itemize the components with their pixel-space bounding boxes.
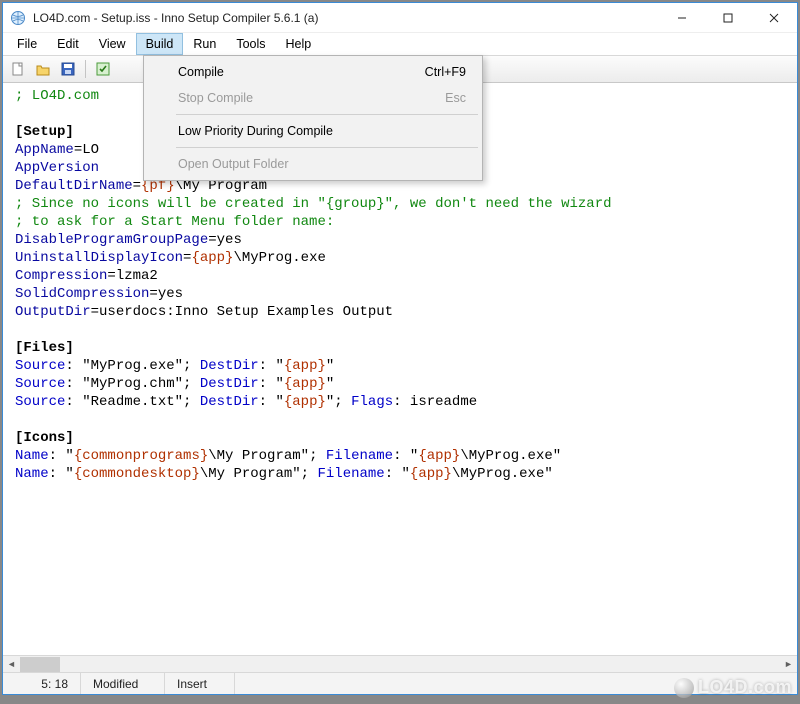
titlebar: LO4D.com - Setup.iss - Inno Setup Compil… bbox=[3, 3, 797, 33]
save-button[interactable] bbox=[57, 58, 79, 80]
watermark: LO4D.com bbox=[674, 677, 792, 698]
menu-item-compile[interactable]: Compile Ctrl+F9 bbox=[146, 59, 480, 85]
minimize-button[interactable] bbox=[659, 3, 705, 33]
horizontal-scrollbar[interactable]: ◄ ► bbox=[3, 655, 797, 672]
compile-button[interactable] bbox=[92, 58, 114, 80]
menu-item-label: Open Output Folder bbox=[178, 157, 288, 171]
menubar: FileEditViewBuildRunToolsHelp bbox=[3, 33, 797, 55]
menu-item-shortcut: Esc bbox=[445, 91, 466, 105]
status-modified: Modified bbox=[81, 673, 165, 694]
menu-tools[interactable]: Tools bbox=[226, 33, 275, 55]
window-title: LO4D.com - Setup.iss - Inno Setup Compil… bbox=[33, 11, 659, 25]
close-button[interactable] bbox=[751, 3, 797, 33]
menu-build[interactable]: Build bbox=[136, 33, 184, 55]
open-folder-button[interactable] bbox=[32, 58, 54, 80]
scroll-thumb[interactable] bbox=[20, 657, 60, 672]
watermark-text: LO4D.com bbox=[698, 677, 792, 698]
menu-separator bbox=[176, 147, 478, 148]
build-menu-dropdown: Compile Ctrl+F9 Stop Compile Esc Low Priorit… bbox=[143, 55, 483, 181]
menu-item-label: Stop Compile bbox=[178, 91, 253, 105]
menu-item-stop-compile: Stop Compile Esc bbox=[146, 85, 480, 111]
menu-item-open-output-folder: Open Output Folder bbox=[146, 151, 480, 177]
toolbar-separator bbox=[85, 60, 86, 78]
menu-item-shortcut: Ctrl+F9 bbox=[425, 65, 466, 79]
app-icon bbox=[10, 10, 26, 26]
globe-icon bbox=[674, 678, 694, 698]
menu-view[interactable]: View bbox=[89, 33, 136, 55]
menu-item-label: Compile bbox=[178, 65, 224, 79]
menu-item-low-priority-during-compile[interactable]: Low Priority During Compile bbox=[146, 118, 480, 144]
menu-help[interactable]: Help bbox=[276, 33, 322, 55]
scroll-left-arrow[interactable]: ◄ bbox=[3, 656, 20, 673]
app-window: LO4D.com - Setup.iss - Inno Setup Compil… bbox=[2, 2, 798, 695]
menu-edit[interactable]: Edit bbox=[47, 33, 89, 55]
menu-run[interactable]: Run bbox=[183, 33, 226, 55]
new-file-button[interactable] bbox=[7, 58, 29, 80]
scroll-right-arrow[interactable]: ► bbox=[780, 656, 797, 673]
menu-file[interactable]: File bbox=[7, 33, 47, 55]
status-insert-mode: Insert bbox=[165, 673, 235, 694]
menu-item-label: Low Priority During Compile bbox=[178, 124, 333, 138]
menu-separator bbox=[176, 114, 478, 115]
maximize-button[interactable] bbox=[705, 3, 751, 33]
status-cursor-pos: 5: 18 bbox=[3, 673, 81, 694]
